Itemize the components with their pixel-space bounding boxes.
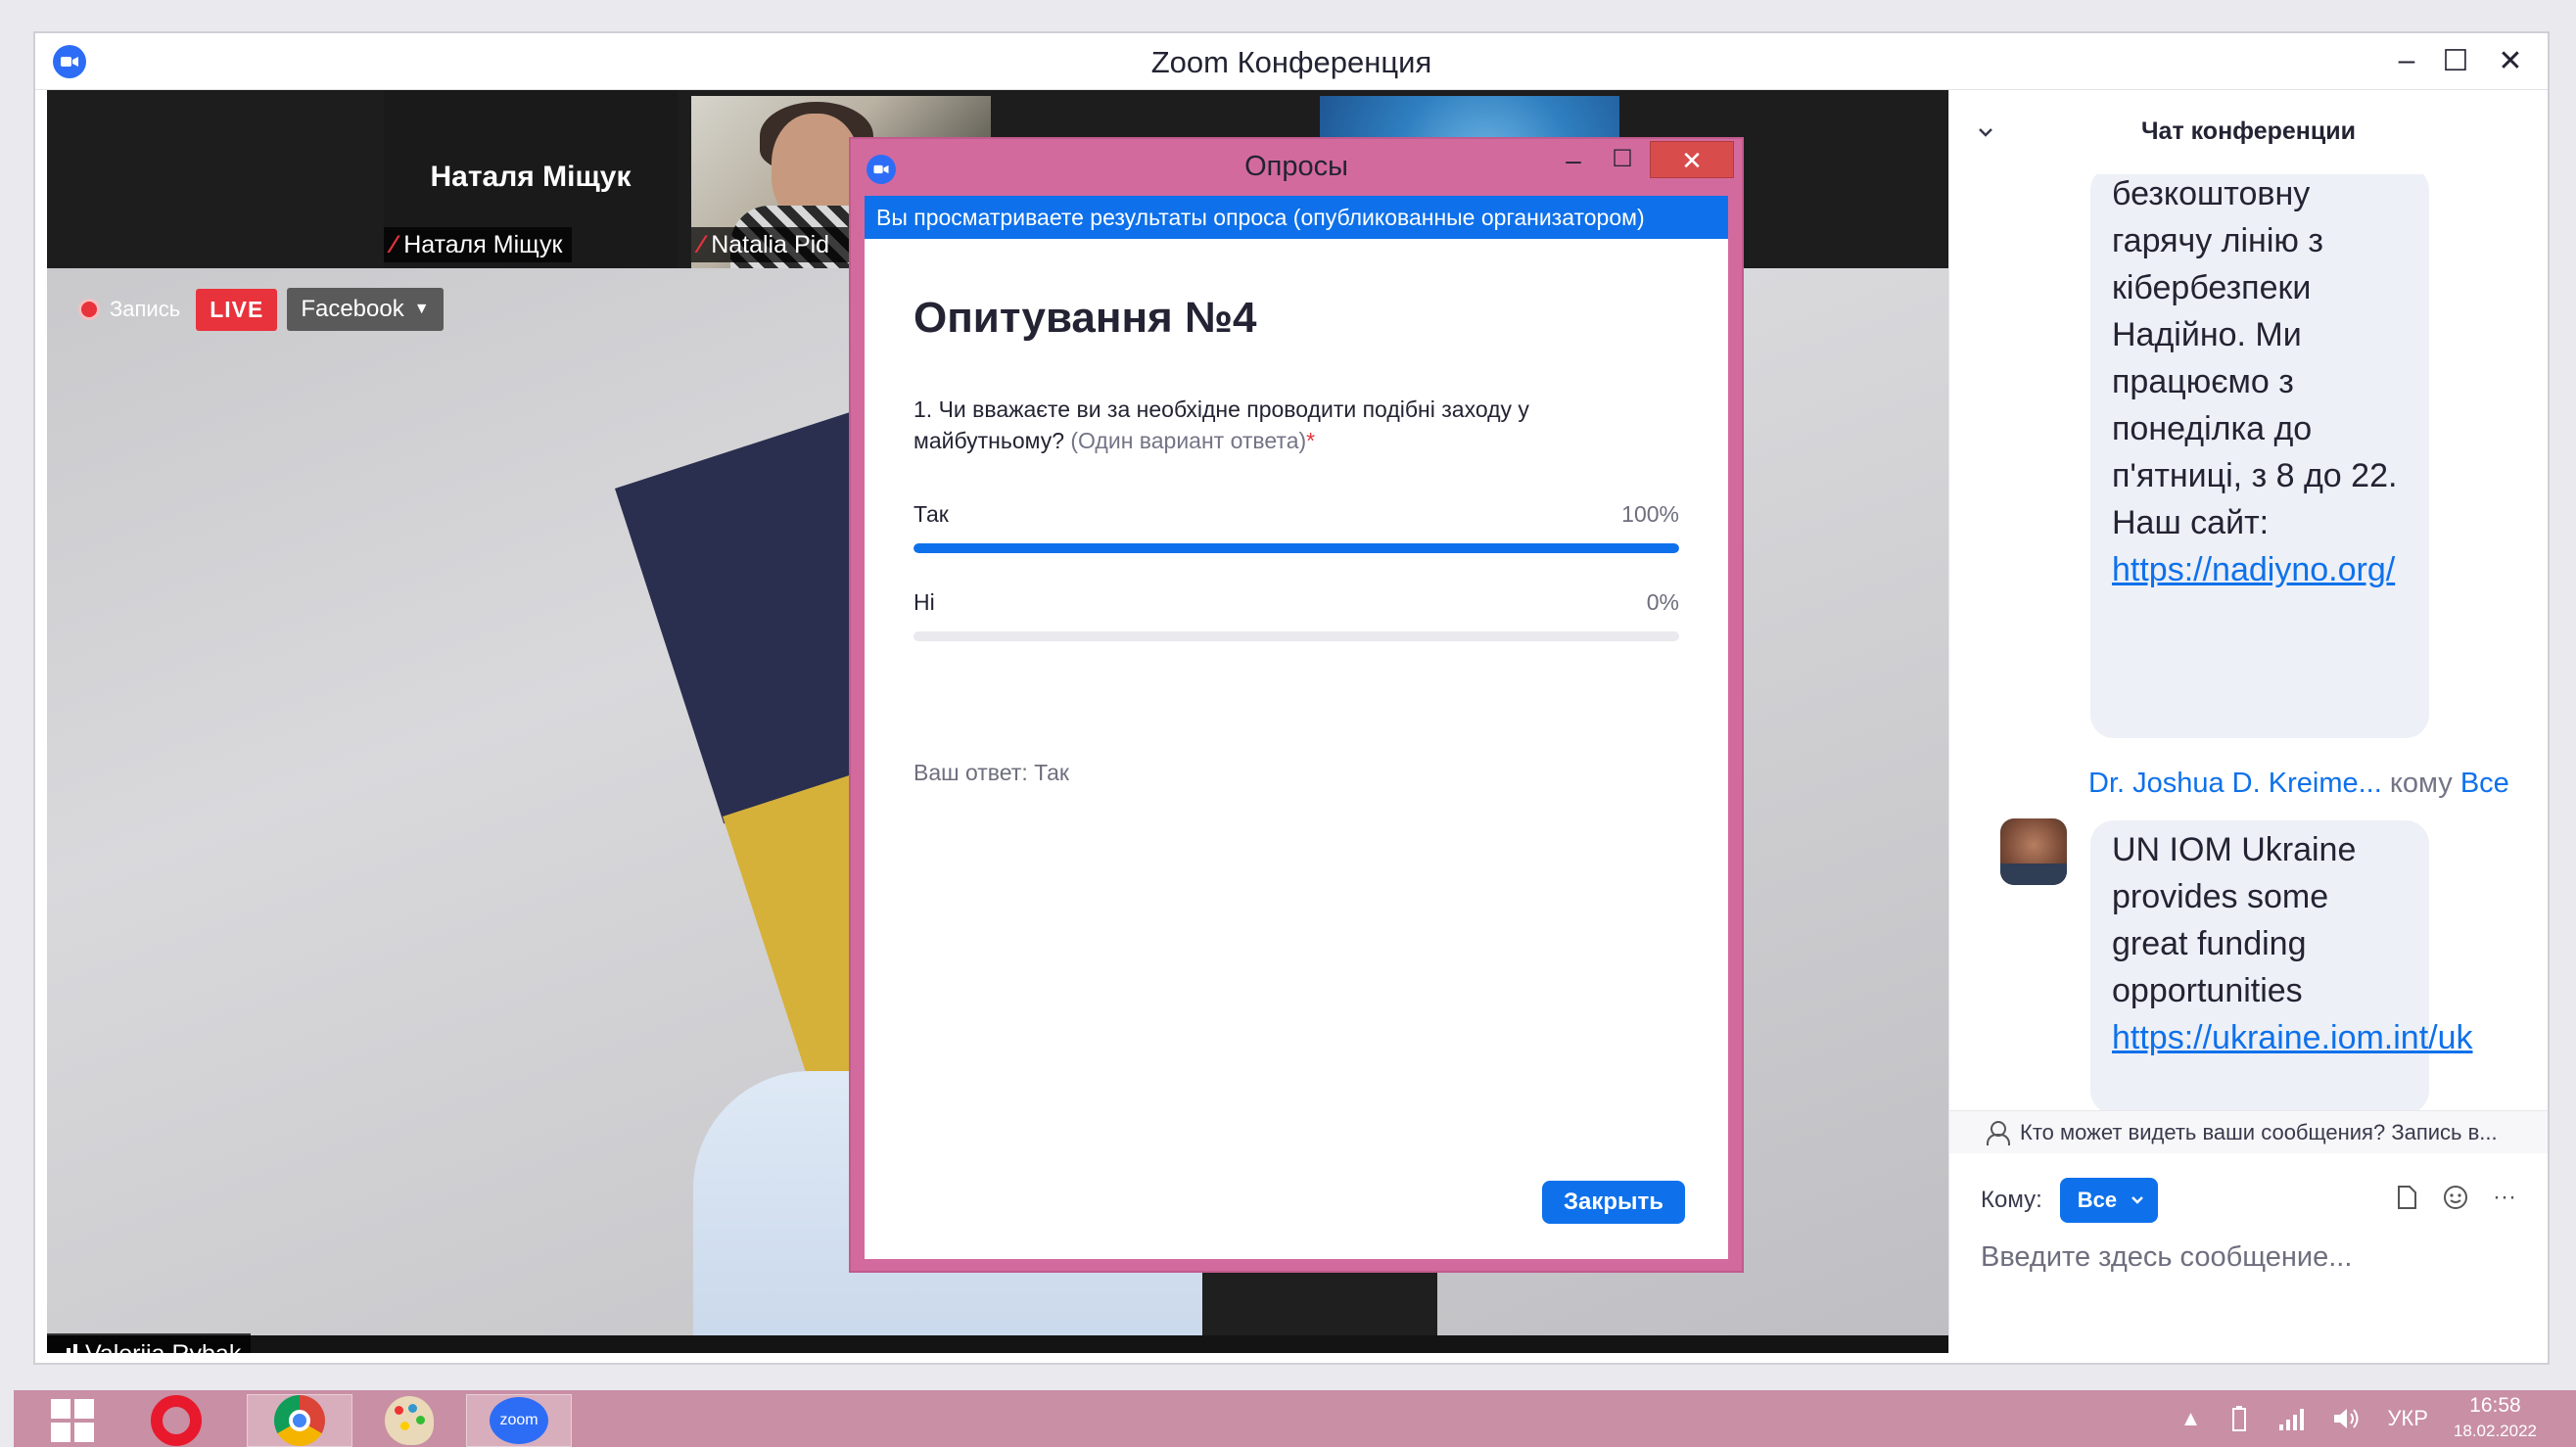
show-hidden-icons-icon[interactable]: ▲ xyxy=(2180,1406,2202,1431)
chat-panel: Чат конференции безкоштовну гарячу лінію… xyxy=(1948,90,2548,1353)
poll-question: 1. Чи вважаєте ви за необхідне проводити… xyxy=(913,394,1677,456)
poll-minimize-button[interactable]: – xyxy=(1554,145,1593,184)
recipient-dropdown[interactable]: Все xyxy=(2059,1178,2159,1223)
speaker-name-label: Valeriia Rybak xyxy=(47,1333,252,1354)
poll-option-result: Так 100% xyxy=(913,501,1679,553)
poll-dialog: Опросы – ☐ ✕ Вы просматриваете результат… xyxy=(849,137,1744,1273)
paint-icon xyxy=(385,1396,434,1445)
clock-date: 18.02.2022 xyxy=(2453,1422,2537,1440)
file-icon[interactable] xyxy=(2393,1183,2420,1212)
more-icon[interactable]: ··· xyxy=(2491,1183,2518,1212)
start-button[interactable] xyxy=(23,1394,121,1447)
option-percent: 0% xyxy=(1646,589,1679,615)
windows-logo-icon xyxy=(51,1399,94,1442)
message-text: UN IOM Ukraine provides some great fundi… xyxy=(2112,831,2357,1009)
live-badge: LIVE xyxy=(196,288,278,331)
minimize-button[interactable]: – xyxy=(2379,41,2434,80)
message-link[interactable]: https://ukraine.iom.int/uk xyxy=(2112,1019,2473,1056)
your-answer: Ваш ответ: Так xyxy=(913,760,1069,785)
poll-close-button[interactable]: Закрыть xyxy=(1542,1181,1685,1224)
taskbar-opera[interactable] xyxy=(123,1394,229,1447)
poll-results-banner: Вы просматриваете результаты опроса (опу… xyxy=(865,196,1728,239)
poll-close-window-button[interactable]: ✕ xyxy=(1650,141,1734,178)
recording-bar: Запись LIVE Facebook ▼ xyxy=(72,286,444,333)
chat-toolbar: ··· xyxy=(2393,1183,2518,1212)
poll-heading: Опитування №4 xyxy=(913,294,1257,342)
option-label: Ні xyxy=(913,589,935,615)
participant-name-label: ⁄ Наталя Міщук xyxy=(384,227,573,262)
taskbar: zoom ▲ УКР 16:58 18.02.2022 xyxy=(14,1390,2576,1447)
zoom-app-icon: zoom xyxy=(490,1397,548,1444)
volume-icon[interactable] xyxy=(2332,1406,2362,1431)
taskbar-zoom[interactable]: zoom xyxy=(466,1394,572,1447)
speaker-name: Valeriia Rybak xyxy=(85,1340,241,1354)
participant-label-text: Natalia Pid xyxy=(711,231,830,258)
window-title: Zoom Конференция xyxy=(1150,45,1432,79)
chat-message-input[interactable]: Введите здесь сообщение... xyxy=(1981,1241,2352,1274)
stream-target-dropdown[interactable]: Facebook ▼ xyxy=(287,288,444,331)
message-link[interactable]: https://nadiyno.org/ xyxy=(2112,551,2395,588)
record-indicator[interactable]: Запись xyxy=(72,297,186,322)
person-icon xyxy=(1985,1120,2010,1145)
mic-muted-icon: ⁄ xyxy=(699,231,704,258)
sender-name[interactable]: Dr. Joshua D. Kreime... xyxy=(2088,768,2382,799)
clock-time: 16:58 xyxy=(2469,1394,2521,1417)
question-hint: (Один вариант ответа) xyxy=(1070,428,1307,453)
chat-title: Чат конференции xyxy=(2140,117,2357,145)
caret-down-icon: ▼ xyxy=(413,301,430,317)
poll-title-bar: Опросы – ☐ ✕ xyxy=(851,139,1742,196)
system-tray: ▲ УКР 16:58 18.02.2022 xyxy=(2180,1390,2537,1447)
required-mark: * xyxy=(1306,428,1316,453)
chat-header: Чат конференции xyxy=(1949,90,2548,174)
chat-message: безкоштовну гарячу лінію з кібербезпеки … xyxy=(2090,174,2429,738)
message-sender-line: Dr. Joshua D. Kreime... кому Все xyxy=(2088,768,2509,800)
network-icon[interactable] xyxy=(2277,1407,2307,1430)
chrome-icon xyxy=(274,1395,325,1446)
close-window-button[interactable]: ✕ xyxy=(2483,41,2538,80)
avatar xyxy=(2000,818,2067,885)
recipient-value: Все xyxy=(2077,1188,2118,1212)
participant-label-text: Наталя Міщук xyxy=(403,231,563,258)
taskbar-paint[interactable] xyxy=(356,1394,462,1447)
maximize-button[interactable]: ☐ xyxy=(2428,41,2483,80)
participant-tile-natalia[interactable]: Наталя Міщук ⁄ Наталя Міщук xyxy=(384,90,678,268)
emoji-icon[interactable] xyxy=(2442,1183,2469,1212)
opera-icon xyxy=(151,1395,202,1446)
clock[interactable]: 16:58 18.02.2022 xyxy=(2454,1393,2537,1444)
option-progress-fill xyxy=(913,543,1679,553)
chevron-down-icon xyxy=(2131,1196,2144,1204)
record-dot-icon xyxy=(78,299,100,320)
stream-target-label: Facebook xyxy=(301,296,404,322)
option-percent: 100% xyxy=(1621,501,1679,527)
visibility-text: Кто может видеть ваши сообщения? Запись … xyxy=(2020,1119,2498,1144)
title-bar: Zoom Конференция – ☐ ✕ xyxy=(35,33,2548,90)
participant-display-name: Наталя Міщук xyxy=(430,161,632,193)
recipient-word: кому xyxy=(2389,768,2453,799)
option-label: Так xyxy=(913,501,949,527)
poll-maximize-button[interactable]: ☐ xyxy=(1603,145,1642,184)
message-text: безкоштовну гарячу лінію з кібербезпеки … xyxy=(2112,175,2398,541)
signal-strength-icon xyxy=(53,1344,77,1353)
mic-muted-icon: ⁄ xyxy=(392,231,397,258)
battery-icon[interactable] xyxy=(2226,1405,2252,1432)
keyboard-language[interactable]: УКР xyxy=(2387,1406,2427,1431)
taskbar-chrome[interactable] xyxy=(247,1394,352,1447)
recipient-label: Кому: xyxy=(1981,1187,2042,1213)
chat-message: UN IOM Ukraine provides some great fundi… xyxy=(2090,820,2473,1114)
chat-messages: безкоштовну гарячу лінію з кібербезпеки … xyxy=(1949,174,2548,1153)
participant-name-label: ⁄ Natalia Pid xyxy=(691,227,858,262)
poll-option-result: Ні 0% xyxy=(913,589,1679,641)
chat-visibility-notice[interactable]: Кто может видеть ваши сообщения? Запись … xyxy=(1949,1110,2548,1153)
record-label: Запись xyxy=(110,297,181,321)
option-progress-track xyxy=(913,631,1679,641)
recipient-name[interactable]: Все xyxy=(2460,768,2509,799)
poll-body: Опитування №4 1. Чи вважаєте ви за необх… xyxy=(865,239,1728,1259)
option-progress-track xyxy=(913,543,1679,553)
